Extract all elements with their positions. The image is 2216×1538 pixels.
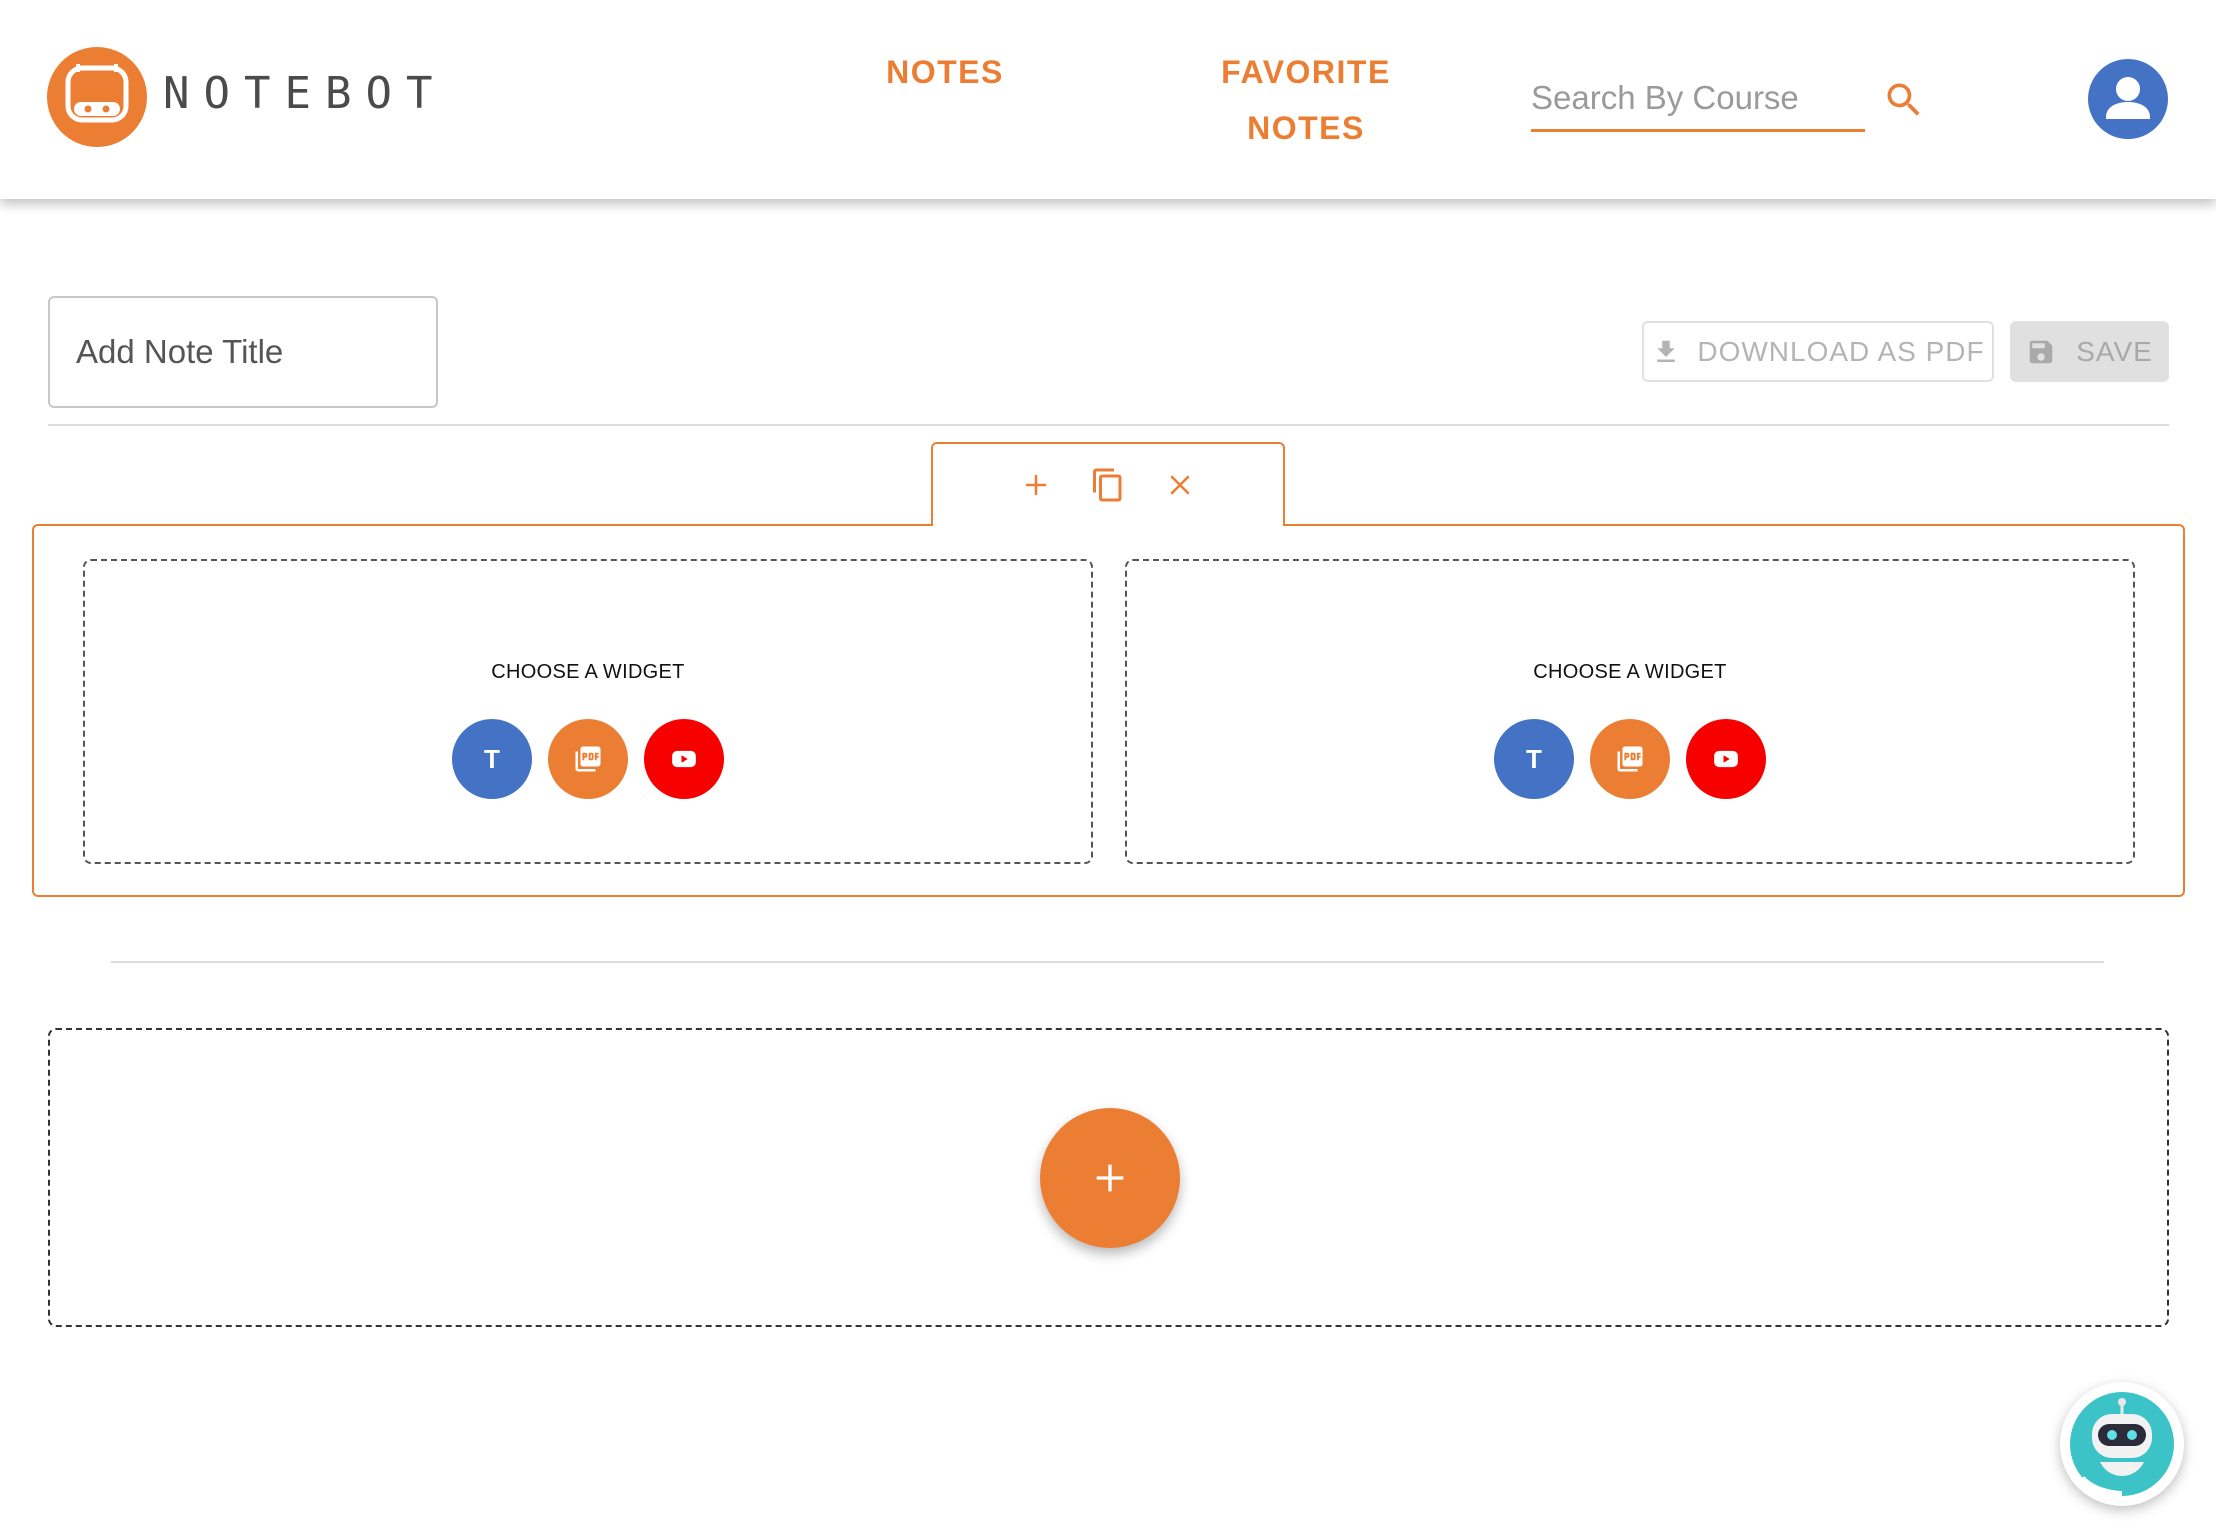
user-icon: [2106, 77, 2150, 119]
choose-widget-label: CHOOSE A WIDGET: [1533, 661, 1727, 683]
user-avatar[interactable]: [2088, 59, 2168, 139]
save-button[interactable]: SAVE: [2010, 321, 2169, 382]
divider: [48, 424, 2169, 426]
nav-notes-label: NOTES: [886, 54, 1004, 90]
note-title-input[interactable]: [50, 298, 436, 406]
duplicate-row-button[interactable]: [1089, 466, 1127, 504]
save-label: SAVE: [2076, 335, 2153, 367]
youtube-icon: [1714, 750, 1738, 768]
close-icon: [1170, 475, 1190, 495]
text-widget-button[interactable]: T: [452, 719, 532, 799]
download-icon: [1657, 340, 1676, 362]
search-input[interactable]: [1531, 70, 1865, 126]
text-widget-letter: T: [1526, 743, 1542, 774]
youtube-widget-button[interactable]: [1686, 719, 1766, 799]
widget-slot: CHOOSE A WIDGET T: [1125, 559, 2135, 864]
widget-options: T: [1127, 719, 2133, 799]
widget-slot: CHOOSE A WIDGET T: [83, 559, 1093, 864]
copy-icon: [1093, 468, 1122, 502]
text-widget-button[interactable]: T: [1494, 719, 1574, 799]
add-column-button[interactable]: [1017, 466, 1055, 504]
youtube-widget-button[interactable]: [644, 719, 724, 799]
top-navbar: NOTEBOT NOTES FAVORITE NOTES: [0, 0, 2216, 199]
nav-notes-link[interactable]: NOTES: [880, 44, 1010, 100]
divider: [111, 961, 2104, 963]
search-field: [1531, 70, 1865, 132]
delete-row-button[interactable]: [1161, 466, 1199, 504]
pdf-widget-button[interactable]: [548, 719, 628, 799]
add-row-button[interactable]: [1040, 1108, 1180, 1248]
search-icon[interactable]: [1882, 78, 1926, 122]
chatbot-button[interactable]: [2060, 1382, 2184, 1506]
choose-widget-label: CHOOSE A WIDGET: [491, 661, 685, 683]
chatbot-icon: [2070, 1392, 2174, 1497]
plus-icon: [1096, 1164, 1124, 1192]
widget-options: T: [85, 719, 1091, 799]
logo-robot-icon[interactable]: [46, 46, 148, 148]
save-icon: [2029, 340, 2053, 363]
brand-name: NOTEBOT: [163, 68, 447, 119]
nav-favorite-line2: NOTES: [1247, 110, 1365, 146]
row-toolbar: [931, 442, 1285, 526]
note-title-field: [48, 296, 438, 408]
pdf-icon: [1617, 746, 1643, 772]
pdf-icon: [575, 746, 601, 772]
nav-favorite-notes-link[interactable]: FAVORITE NOTES: [1206, 44, 1406, 156]
pdf-widget-button[interactable]: [1590, 719, 1670, 799]
nav-favorite-line1: FAVORITE: [1221, 54, 1391, 90]
download-pdf-label: DOWNLOAD AS PDF: [1697, 335, 1985, 367]
add-row-area: [48, 1028, 2169, 1327]
download-pdf-button[interactable]: DOWNLOAD AS PDF: [1642, 321, 1994, 382]
note-row: CHOOSE A WIDGET T CHOOSE A WIDGET T: [32, 524, 2185, 897]
plus-icon: [1026, 475, 1046, 495]
youtube-icon: [672, 750, 696, 768]
text-widget-letter: T: [484, 743, 500, 774]
